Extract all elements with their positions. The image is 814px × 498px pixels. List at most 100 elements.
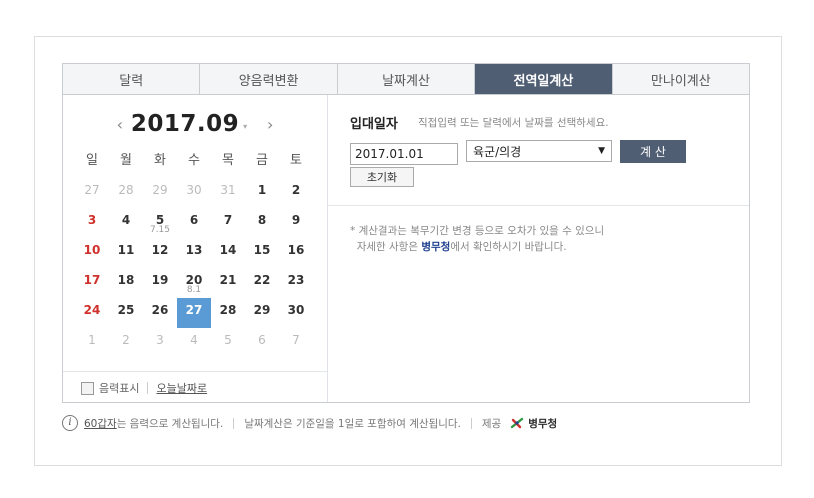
day-number: 6 <box>258 333 266 347</box>
calendar-day[interactable]: 4 <box>177 328 211 358</box>
selected-day[interactable]: 27 <box>177 298 211 328</box>
calendar-day[interactable]: 12 <box>143 238 177 268</box>
calendar-day[interactable]: 19 <box>143 268 177 298</box>
mma-logo: 병무청 <box>509 415 557 431</box>
reset-button[interactable]: 초기화 <box>350 167 414 187</box>
day-number: 1 <box>257 183 267 197</box>
calendar-day[interactable]: 13 <box>177 238 211 268</box>
calendar-day[interactable]: 16 <box>279 238 313 268</box>
weekday-label: 목 <box>222 153 234 168</box>
calendar-day[interactable]: 24 <box>75 298 109 328</box>
day-number: 16 <box>287 243 305 257</box>
calendar-day[interactable]: 10 <box>75 238 109 268</box>
day-number: 27 <box>84 183 100 197</box>
calendar-day[interactable]: 31 <box>211 178 245 208</box>
day-number: 2 <box>122 333 130 347</box>
branch-select[interactable]: 육군/의경 ▼ <box>466 140 612 162</box>
tab-age-calc[interactable]: 만나이계산 <box>613 64 749 94</box>
today-link[interactable]: 오늘날짜로 <box>156 380 207 396</box>
weekday-label: 금 <box>256 153 268 168</box>
month-dropdown-icon[interactable]: ▾ <box>243 122 247 131</box>
calculate-button[interactable]: 계 산 <box>620 140 686 163</box>
mma-link[interactable]: 병무청 <box>421 241 450 253</box>
day-number: 7 <box>223 213 233 227</box>
day-number: 19 <box>151 273 169 287</box>
lunar-date: 8.1 <box>186 285 202 295</box>
calendar-day[interactable]: 4 <box>109 208 143 238</box>
content-panel: ‹ 2017.09 ▾ › 일 월 화 수 목 금 토 27 28 29 30 31 1 2… <box>62 95 750 403</box>
calendar-day[interactable]: 11 <box>109 238 143 268</box>
calendar-day[interactable]: 18 <box>109 268 143 298</box>
day-number: 14 <box>219 243 237 257</box>
calendar-day[interactable]: 29 <box>245 298 279 328</box>
enlist-date-input[interactable] <box>350 143 458 165</box>
calendar-day[interactable]: 3 <box>75 208 109 238</box>
calendar-footer: 음력표시 오늘날짜로 <box>63 371 327 404</box>
calendar-day[interactable]: 6 <box>177 208 211 238</box>
day-number: 4 <box>190 333 198 347</box>
weekday-label: 화 <box>154 153 166 168</box>
calendar-day[interactable]: 21 <box>211 268 245 298</box>
notice-line: 자세한 사항은 병무청에서 확인하시기 바랍니다. <box>350 239 604 255</box>
calendar-day[interactable]: 6 <box>245 328 279 358</box>
calendar-day[interactable]: 28 <box>211 298 245 328</box>
day-number: 24 <box>83 303 101 317</box>
tab-discharge-calc[interactable]: 전역일계산 <box>475 64 613 94</box>
calendar-day[interactable]: 7 <box>211 208 245 238</box>
calc-form: 입대일자 직접입력 또는 달력에서 날짜를 선택하세요. 육군/의경 ▼ 계 산… <box>328 95 749 402</box>
divider <box>147 382 149 394</box>
tab-lunar-convert[interactable]: 양음력변환 <box>200 64 338 94</box>
calendar-day[interactable]: 5 <box>211 328 245 358</box>
day-number: 9 <box>291 213 301 227</box>
footer-text: 는 음력으로 계산됩니다. <box>116 417 224 430</box>
day-number: 31 <box>220 183 236 197</box>
branch-value: 육군/의경 <box>473 144 522 159</box>
calendar-day[interactable]: 5 7.15 <box>143 208 177 238</box>
calendar-day[interactable]: 2 <box>109 328 143 358</box>
day-number: 23 <box>287 273 305 287</box>
tab-bar: 달력 양음력변환 날짜계산 전역일계산 만나이계산 <box>62 63 750 95</box>
calendar-day[interactable]: 1 <box>245 178 279 208</box>
day-number: 29 <box>253 303 271 317</box>
divider <box>470 417 472 429</box>
calendar-day[interactable]: 2 <box>279 178 313 208</box>
calendar-day[interactable]: 25 <box>109 298 143 328</box>
calendar-day[interactable]: 27 <box>75 178 109 208</box>
day-number: 30 <box>186 183 202 197</box>
day-number: 3 <box>156 333 164 347</box>
calendar-day[interactable]: 17 <box>75 268 109 298</box>
day-number: 13 <box>185 243 203 257</box>
calendar-day[interactable]: 20 8.1 <box>177 268 211 298</box>
mma-logo-icon <box>511 417 524 429</box>
calendar-day[interactable]: 26 <box>143 298 177 328</box>
calendar-day[interactable]: 3 <box>143 328 177 358</box>
info-icon: i <box>62 415 78 431</box>
calendar-day[interactable]: 28 <box>109 178 143 208</box>
calendar-day[interactable]: 29 <box>143 178 177 208</box>
weekday-label: 토 <box>290 153 302 168</box>
calendar-day[interactable]: 30 <box>279 298 313 328</box>
prev-month-icon[interactable]: ‹ <box>109 115 131 134</box>
weekday-label: 월 <box>120 153 132 168</box>
day-number: 6 <box>189 213 199 227</box>
lunar-checkbox[interactable] <box>81 381 94 395</box>
calendar-day[interactable]: 8 <box>245 208 279 238</box>
notice-text: 자세한 사항은 <box>356 241 422 253</box>
tab-calendar[interactable]: 달력 <box>63 64 201 94</box>
calendar-day[interactable]: 9 <box>279 208 313 238</box>
calendar-day[interactable]: 15 <box>245 238 279 268</box>
day-number: 3 <box>87 213 97 227</box>
day-number: 10 <box>83 243 101 257</box>
sexagenary-link[interactable]: 60갑자 <box>84 416 117 431</box>
calendar-day[interactable]: 22 <box>245 268 279 298</box>
notice-line: * 계산결과는 복무기간 변경 등으로 오차가 있을 수 있으니 <box>350 225 605 237</box>
calendar-day[interactable]: 30 <box>177 178 211 208</box>
next-month-icon[interactable]: › <box>259 115 281 134</box>
tab-date-calc[interactable]: 날짜계산 <box>338 64 476 94</box>
calendar-day[interactable]: 7 <box>279 328 313 358</box>
calendar-day[interactable]: 23 <box>279 268 313 298</box>
day-number: 27 <box>185 303 203 317</box>
notice-text: 에서 확인하시기 바랍니다. <box>450 241 567 253</box>
calendar-day[interactable]: 1 <box>75 328 109 358</box>
calendar-day[interactable]: 14 <box>211 238 245 268</box>
